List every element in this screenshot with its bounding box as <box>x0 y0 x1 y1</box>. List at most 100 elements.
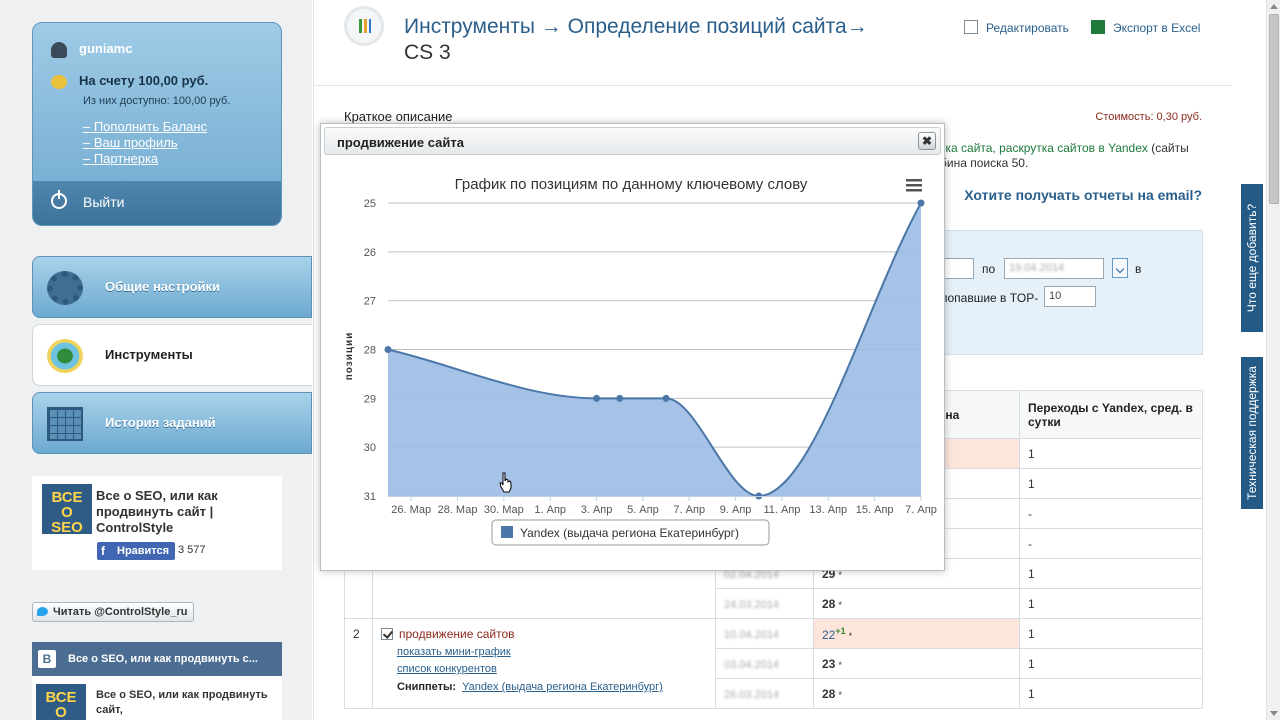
date-to-input[interactable]: 19.04.2014 <box>1004 258 1104 279</box>
edit-link[interactable]: Редактировать <box>964 20 1069 35</box>
x-tick-label: 26. Мар <box>391 504 431 516</box>
row-transitions: 1 <box>1019 678 1203 709</box>
vk-widget: ВСЕ О SEO Все о SEO, или как продвинуть … <box>32 676 282 720</box>
vk-icon: В <box>38 650 56 668</box>
x-tick-label: 9. Апр <box>720 504 752 516</box>
row-date: 10.04.2014 <box>715 618 814 649</box>
date-dropdown-button[interactable] <box>1112 258 1128 278</box>
nav-task-history[interactable]: История заданий <box>32 392 312 454</box>
edit-label: Редактировать <box>986 21 1069 35</box>
fb-like-button[interactable]: Нравится <box>97 542 176 560</box>
keyword-checkbox[interactable] <box>381 628 393 640</box>
logout-button[interactable]: Выйти <box>33 181 281 225</box>
legend-swatch <box>501 526 513 538</box>
page-title-main: Инструменты → Определение позиций сайта→ <box>404 15 868 38</box>
x-tick-label: 3. Апр <box>581 504 613 516</box>
col-transitions-header: Переходы с Yandex, сред. в сутки <box>1019 390 1203 439</box>
y-tick-label: 30 <box>364 442 376 454</box>
x-tick-label: 7. Апр <box>905 504 937 516</box>
chart-popup: продвижение сайта ✖ График по позициям п… <box>320 123 945 571</box>
y-axis-title: позиции <box>344 332 355 381</box>
vk-group-title[interactable]: Все о SEO, или как продвинуть сайт, <box>96 688 276 718</box>
topup-balance-link[interactable]: – Пополнить Баланс <box>83 119 207 135</box>
nav-general-settings-label: Общие настройки <box>105 279 220 294</box>
scroll-down-icon[interactable] <box>1270 711 1278 716</box>
row-transitions: 1 <box>1019 468 1203 499</box>
page-scrollbar[interactable] <box>1266 0 1280 720</box>
position-value: 23 <box>822 656 836 671</box>
x-tick-label: 1. Апр <box>534 504 566 516</box>
position-delta: +1 <box>835 625 846 636</box>
calendar-icon <box>47 407 83 441</box>
logout-label: Выйти <box>83 194 125 210</box>
table-row: 2 продвижение сайтов показать мини-графи… <box>344 618 1203 709</box>
snippets-label: Сниппеты: <box>397 681 457 693</box>
positions-chart: График по позициям по данному ключевому … <box>344 176 937 546</box>
snippets-link[interactable]: Yandex (выдача региона Екатеринбург) <box>462 681 663 693</box>
position-value: 22 <box>822 627 836 642</box>
support-tab[interactable]: Техническая поддержка <box>1241 357 1263 509</box>
data-point[interactable] <box>616 394 624 402</box>
twitter-follow-button[interactable]: Читать @ControlStyle_ru <box>32 602 195 622</box>
twitter-follow-label: Читать @ControlStyle_ru <box>53 606 188 618</box>
x-tick-label: 15. Апр <box>856 504 894 516</box>
profile-link[interactable]: – Ваш профиль <box>83 135 207 151</box>
partner-link[interactable]: – Партнерка <box>83 151 207 167</box>
data-point[interactable] <box>593 394 601 402</box>
data-point[interactable] <box>662 394 670 402</box>
date-from-input[interactable] <box>941 258 974 279</box>
top-filter-label: попавшие в TOP- <box>941 291 1039 305</box>
y-tick-label: 29 <box>364 393 376 405</box>
competitors-link[interactable]: список конкурентов <box>397 663 707 675</box>
description-depth: бина поиска 50. <box>940 156 1029 170</box>
x-tick-label: 30. Мар <box>484 504 524 516</box>
position-value: 28 <box>822 596 836 611</box>
cost-label: Стоимость: 0,30 руб. <box>1095 111 1202 123</box>
seo-logo: ВСЕ О SEO <box>42 484 92 535</box>
scrollbar-thumb[interactable] <box>1269 14 1279 204</box>
filter-in-label: в <box>1135 262 1142 276</box>
row-position: 28 * <box>813 678 1020 709</box>
row-date: 03.04.2014 <box>715 648 814 679</box>
snippet-star[interactable]: * <box>838 660 842 670</box>
data-point[interactable] <box>384 346 392 353</box>
support-tab-label: Техническая поддержка <box>1245 366 1259 500</box>
keyword-link[interactable]: продвижение сайтов <box>399 627 515 641</box>
chart-title: График по позициям по данному ключевому … <box>455 176 808 193</box>
divider <box>314 85 1232 86</box>
scroll-up-icon[interactable] <box>1270 4 1278 9</box>
snippet-star[interactable]: * <box>838 600 842 610</box>
email-reports-link[interactable]: Хотите получать отчеты на email? <box>964 187 1202 203</box>
vk-widget-header[interactable]: В Все о SEO, или как продвинуть с... <box>32 642 282 676</box>
row-date: 24.03.2014 <box>715 588 814 619</box>
date-value: 10.04.2014 <box>724 628 780 641</box>
snippet-star[interactable]: * <box>849 631 853 641</box>
mini-chart-link[interactable]: показать мини-график <box>397 646 707 658</box>
close-button[interactable]: ✖ <box>918 132 936 150</box>
excel-icon <box>1091 20 1105 34</box>
popup-header: продвижение сайта ✖ <box>324 127 941 155</box>
data-point[interactable] <box>917 199 925 207</box>
feedback-tab-label: Что еще добавить? <box>1245 203 1259 313</box>
snippet-star[interactable]: * <box>838 570 842 580</box>
account-available: Из них доступно: 100,00 руб. <box>83 95 231 107</box>
feedback-tab[interactable]: Что еще добавить? <box>1241 184 1263 332</box>
top-filter-input[interactable]: 10 <box>1044 286 1096 307</box>
chart-legend[interactable]: Yandex (выдача региона Екатеринбург) <box>491 519 770 546</box>
x-tick-label: 13. Апр <box>809 504 847 516</box>
date-to-value: 19.04.2014 <box>1009 262 1065 274</box>
x-tick-label: 5. Апр <box>627 504 659 516</box>
x-tick-label: 28. Мар <box>438 504 478 516</box>
snippet-star[interactable]: * <box>838 690 842 700</box>
nav-general-settings[interactable]: Общие настройки <box>32 256 312 318</box>
nav-tools[interactable]: Инструменты <box>32 324 312 386</box>
description-text: тка сайта, раскрутка сайтов в Yandex (са… <box>940 141 1210 171</box>
date-value: 26.03.2014 <box>724 688 780 701</box>
coins-icon <box>51 74 67 89</box>
row-position: 23 * <box>813 648 1020 679</box>
fb-page-title[interactable]: Все о SEO, или как продвинуть сайт | Con… <box>96 488 276 536</box>
legend-label: Yandex (выдача региона Екатеринбург) <box>520 526 739 540</box>
export-excel-link[interactable]: Экспорт в Excel <box>1091 20 1200 35</box>
power-icon <box>51 190 67 209</box>
chart-menu-icon[interactable] <box>905 178 923 194</box>
